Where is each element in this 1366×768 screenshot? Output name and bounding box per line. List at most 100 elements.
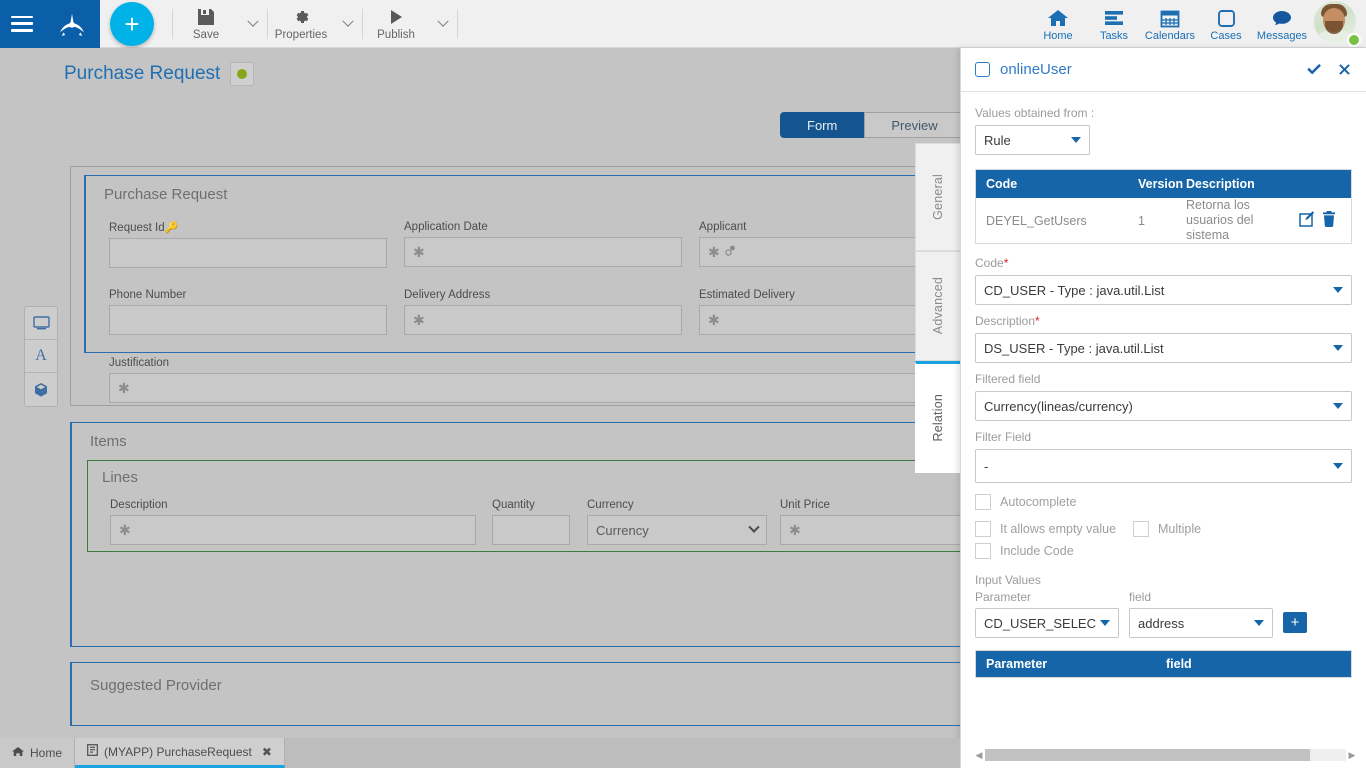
vtab-general[interactable]: General xyxy=(915,143,960,251)
chevron-down-icon xyxy=(1333,463,1343,469)
properties-label: Properties xyxy=(275,29,327,41)
bottom-tab-home-label: Home xyxy=(30,746,62,760)
cube-3d-icon[interactable] xyxy=(25,373,57,406)
parameter-select[interactable]: CD_USER_SELEC xyxy=(975,608,1119,638)
online-user-checkbox[interactable] xyxy=(975,62,990,77)
monitor-icon[interactable] xyxy=(25,307,57,340)
allows-empty-value-label: It allows empty value xyxy=(1000,522,1116,536)
autocomplete-checkbox[interactable] xyxy=(975,494,991,510)
scrollbar-thumb[interactable] xyxy=(985,749,1310,761)
key-icon: 🔑 xyxy=(165,222,179,234)
bottom-tab-purchaserequest[interactable]: (MYAPP) PurchaseRequest ✖ xyxy=(75,738,285,768)
multiple-checkbox-row: Multiple xyxy=(1133,521,1201,537)
field-label: field xyxy=(1129,590,1273,604)
field-line-unit-price: Unit Price ✱ xyxy=(780,499,960,545)
input-phone-number[interactable] xyxy=(109,305,387,335)
hamburger-icon[interactable] xyxy=(11,16,33,32)
field-request-id: Request Id🔑 xyxy=(109,221,387,268)
field-label-request-id: Request Id🔑 xyxy=(109,221,387,234)
font-letter-a-icon[interactable]: A xyxy=(25,340,57,373)
rules-col-description: Description xyxy=(1186,177,1351,191)
include-code-checkbox[interactable] xyxy=(975,543,991,559)
avatar[interactable] xyxy=(1314,1,1360,47)
rules-col-version: Version xyxy=(1138,177,1186,191)
close-icon[interactable]: ✖ xyxy=(262,745,272,759)
rules-table: Code Version Description DEYEL_GetUsers … xyxy=(975,169,1352,244)
publish-dropdown-button[interactable] xyxy=(429,0,457,48)
scroll-left-arrow-icon[interactable]: ◀ xyxy=(973,750,985,761)
checkmark-icon[interactable] xyxy=(1306,62,1323,77)
input-line-unit-price[interactable]: ✱ xyxy=(780,515,960,545)
vtab-general-label: General xyxy=(931,174,945,220)
vtab-advanced-label: Advanced xyxy=(931,277,945,334)
tab-form[interactable]: Form xyxy=(780,112,864,138)
filter-field-value: - xyxy=(984,459,988,474)
mode-tabs: Form Preview xyxy=(780,112,960,138)
property-panel-body: Values obtained from : Rule Code Version… xyxy=(961,92,1366,768)
scroll-right-arrow-icon[interactable]: ▶ xyxy=(1346,750,1358,761)
input-request-id[interactable] xyxy=(109,238,387,268)
trash-icon[interactable] xyxy=(1322,211,1336,230)
input-justification[interactable]: ✱ xyxy=(109,373,960,403)
play-triangle-icon xyxy=(386,6,406,27)
save-floppy-icon xyxy=(196,6,216,27)
section-title-items: Items xyxy=(72,423,960,450)
panel-horizontal-scrollbar[interactable]: ◀ ▶ xyxy=(973,748,1358,762)
input-application-date[interactable]: ✱ xyxy=(404,237,682,267)
input-delivery-address[interactable]: ✱ xyxy=(404,305,682,335)
vtab-advanced[interactable]: Advanced xyxy=(915,251,960,361)
section-suggested-provider: Suggested Provider xyxy=(70,662,960,726)
values-obtained-from-select[interactable]: Rule xyxy=(975,125,1090,155)
multiple-label: Multiple xyxy=(1158,522,1201,536)
deyel-logo-icon[interactable] xyxy=(55,7,89,41)
params-col-field: field xyxy=(1166,657,1351,671)
scrollbar-track[interactable] xyxy=(985,749,1346,761)
properties-dropdown-button[interactable] xyxy=(334,0,362,48)
chevron-down-icon xyxy=(247,15,258,26)
input-line-quantity[interactable] xyxy=(492,515,570,545)
field-select[interactable]: address xyxy=(1129,608,1273,638)
online-status-indicator xyxy=(1347,33,1361,47)
field-label-line-unit-price: Unit Price xyxy=(780,499,960,511)
save-button[interactable]: Save xyxy=(173,0,239,48)
cases-square-icon xyxy=(1215,6,1237,28)
code-select[interactable]: CD_USER - Type : java.util.List xyxy=(975,275,1352,305)
edit-pencil-icon[interactable] xyxy=(1299,211,1315,230)
plus-add-icon[interactable]: + xyxy=(1283,612,1307,633)
parameter-value: CD_USER_SELEC xyxy=(984,616,1096,631)
create-new-button[interactable]: + xyxy=(110,2,154,46)
allows-empty-value-checkbox[interactable] xyxy=(975,521,991,537)
input-values-label: Input Values xyxy=(975,573,1352,587)
nav-messages[interactable]: Messages xyxy=(1254,0,1310,48)
filtered-field-select[interactable]: Currency(lineas/currency) xyxy=(975,391,1352,421)
chevron-down-icon xyxy=(342,15,353,26)
filter-field-select[interactable]: - xyxy=(975,449,1352,483)
properties-button[interactable]: Properties xyxy=(268,0,334,48)
status-badge[interactable] xyxy=(230,62,254,86)
publish-button[interactable]: Publish xyxy=(363,0,429,48)
chevron-down-icon xyxy=(748,522,759,533)
nav-tasks[interactable]: Tasks xyxy=(1086,0,1142,48)
description-select-value: DS_USER - Type : java.util.List xyxy=(984,341,1164,356)
table-row[interactable]: DEYEL_GetUsers 1 Retorna los usuarios de… xyxy=(976,198,1351,243)
select-line-currency[interactable]: Currency xyxy=(587,515,767,545)
field-group: field address xyxy=(1129,590,1273,638)
property-panel-actions xyxy=(1306,62,1352,77)
field-label-application-date: Application Date xyxy=(404,221,682,233)
nav-cases[interactable]: Cases xyxy=(1198,0,1254,48)
save-dropdown-button[interactable] xyxy=(239,0,267,48)
close-x-icon[interactable] xyxy=(1337,62,1352,77)
description-select[interactable]: DS_USER - Type : java.util.List xyxy=(975,333,1352,363)
description-label: Description* xyxy=(975,314,1352,328)
code-select-value: CD_USER - Type : java.util.List xyxy=(984,283,1164,298)
input-values-group: Input Values Parameter CD_USER_SELEC fie… xyxy=(975,573,1352,638)
vtab-relation[interactable]: Relation xyxy=(915,361,960,473)
bottom-tab-home[interactable]: Home xyxy=(0,738,75,768)
tab-preview[interactable]: Preview xyxy=(864,112,960,138)
multiple-checkbox[interactable] xyxy=(1133,521,1149,537)
include-code-label: Include Code xyxy=(1000,544,1074,558)
input-line-description[interactable]: ✱ xyxy=(110,515,476,545)
nav-home[interactable]: Home xyxy=(1030,0,1086,48)
nav-calendars[interactable]: Calendars xyxy=(1142,0,1198,48)
nav-cases-label: Cases xyxy=(1210,30,1241,42)
